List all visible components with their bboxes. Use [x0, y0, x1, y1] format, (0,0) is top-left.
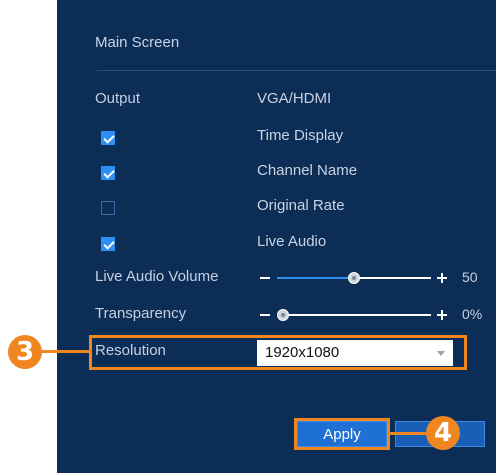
- transparency-decrease-button[interactable]: [260, 314, 270, 316]
- channel-name-label: Channel Name: [257, 162, 358, 179]
- time-display-checkbox[interactable]: [101, 131, 115, 145]
- callout-4-line: [389, 432, 431, 435]
- time-display-label: Time Display: [257, 127, 344, 144]
- step-3-badge: 3: [8, 335, 42, 369]
- volume-increase-button[interactable]: [437, 273, 447, 283]
- step-4-badge: 4: [426, 416, 460, 450]
- volume-decrease-button[interactable]: [260, 277, 270, 279]
- transparency-increase-button[interactable]: [437, 310, 447, 320]
- volume-slider-thumb[interactable]: [348, 272, 360, 284]
- display-settings-panel: Main Screen Output VGA/HDMI Time Display…: [57, 0, 496, 473]
- transparency-value: 0%: [462, 306, 483, 322]
- section-title: Main Screen: [95, 34, 180, 51]
- volume-slider-fill: [277, 277, 354, 279]
- transparency-label: Transparency: [95, 305, 187, 322]
- transparency-slider-thumb[interactable]: [277, 309, 289, 321]
- volume-value: 50: [462, 269, 478, 285]
- transparency-slider[interactable]: [277, 309, 431, 321]
- live-audio-checkbox[interactable]: [101, 237, 115, 251]
- resolution-highlight-box: [89, 335, 467, 370]
- section-divider: [97, 70, 496, 71]
- apply-highlight-box: [294, 418, 390, 450]
- callout-3-line: [40, 350, 90, 353]
- volume-slider[interactable]: [277, 272, 431, 284]
- live-audio-volume-label: Live Audio Volume: [95, 268, 219, 285]
- original-rate-label: Original Rate: [257, 197, 345, 214]
- channel-name-checkbox[interactable]: [101, 166, 115, 180]
- output-label: Output: [95, 90, 141, 107]
- original-rate-checkbox[interactable]: [101, 201, 115, 215]
- output-value: VGA/HDMI: [257, 90, 332, 107]
- live-audio-label: Live Audio: [257, 233, 327, 250]
